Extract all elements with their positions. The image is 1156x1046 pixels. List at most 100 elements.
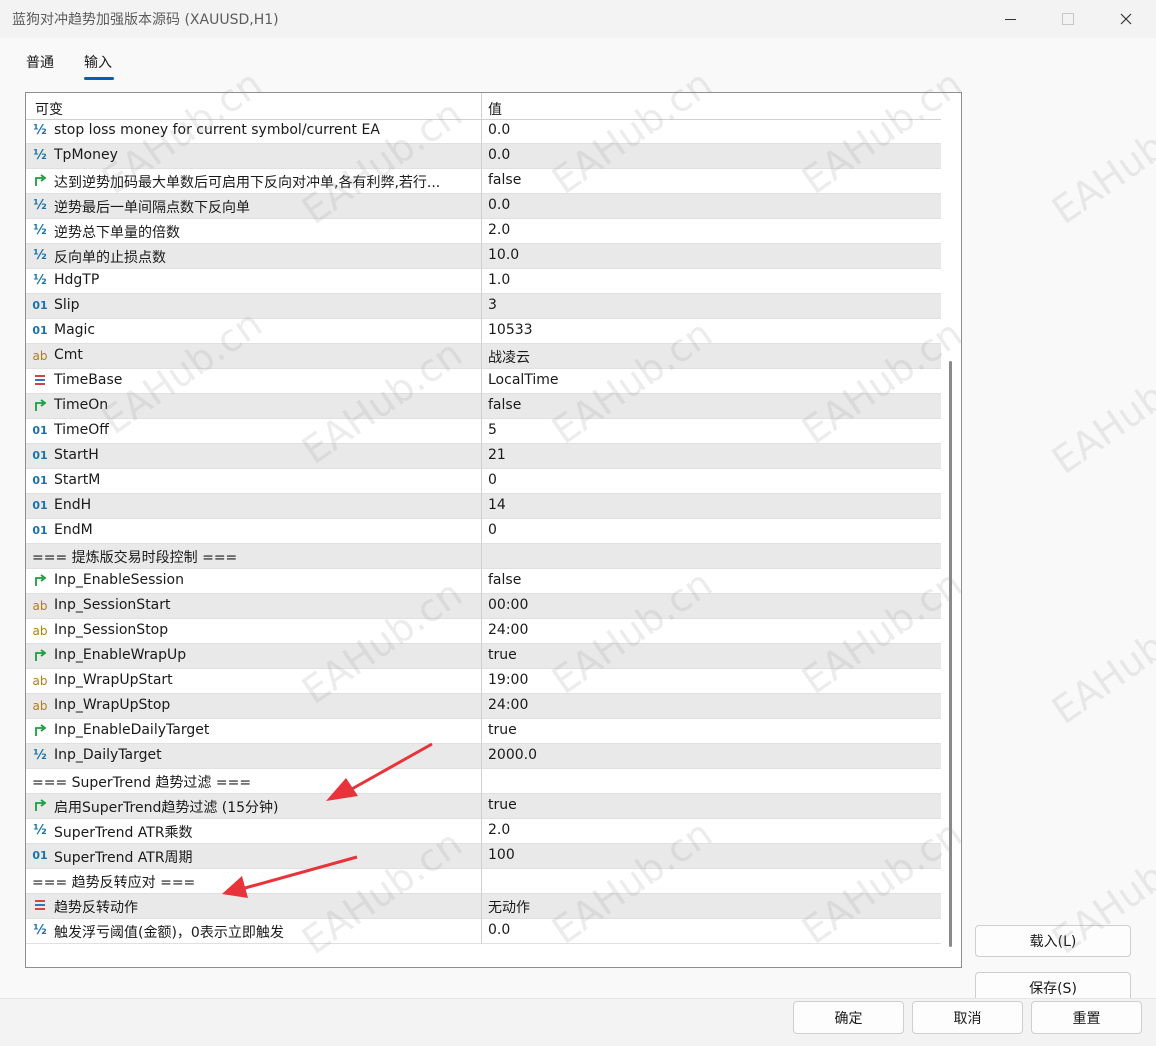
parameter-value[interactable]: 10.0 — [488, 247, 519, 263]
table-row[interactable]: 01 EndM 0 — [26, 519, 941, 544]
cell-separator — [481, 694, 482, 719]
parameter-value[interactable]: 战凌云 — [488, 347, 530, 367]
table-row[interactable]: 01 SuperTrend ATR周期 100 — [26, 844, 941, 869]
parameter-value[interactable]: 2000.0 — [488, 747, 537, 763]
cell-separator — [481, 619, 482, 644]
table-row[interactable]: ½ 触发浮亏阈值(金额)，0表示立即触发 0.0 — [26, 919, 941, 944]
reset-button[interactable]: 重置 — [1031, 1001, 1142, 1034]
parameter-name: Inp_SessionStart — [54, 597, 171, 613]
table-row[interactable]: 01 Magic 10533 — [26, 319, 941, 344]
parameter-value[interactable]: 无动作 — [488, 897, 530, 917]
table-row[interactable]: ab Inp_SessionStop 24:00 — [26, 619, 941, 644]
parameter-name: === 提炼版交易时段控制 === — [32, 550, 238, 566]
parameter-value[interactable]: true — [488, 647, 517, 663]
parameter-value[interactable]: false — [488, 172, 521, 188]
parameter-value[interactable]: 14 — [488, 497, 506, 513]
table-row[interactable]: TimeOn false — [26, 394, 941, 419]
table-row[interactable]: ab Inp_WrapUpStop 24:00 — [26, 694, 941, 719]
boolean-type-icon — [32, 647, 48, 665]
table-row[interactable]: 趋势反转动作 无动作 — [26, 894, 941, 919]
column-header-variable[interactable]: 可变 — [35, 99, 63, 119]
table-row[interactable]: 达到逆势加码最大单数后可启用下反向对冲单,各有利弊,若行... false — [26, 169, 941, 194]
cell-separator — [481, 269, 482, 294]
table-row[interactable]: ½ TpMoney 0.0 — [26, 144, 941, 169]
cell-separator — [481, 894, 482, 919]
cell-separator — [481, 794, 482, 819]
cell-separator — [481, 369, 482, 394]
table-row[interactable]: 01 EndH 14 — [26, 494, 941, 519]
column-separator[interactable] — [481, 93, 482, 119]
string-type-icon: ab — [32, 699, 48, 713]
integer-type-icon: 01 — [32, 424, 48, 437]
parameter-value[interactable]: 0.0 — [488, 922, 510, 938]
close-button[interactable] — [1112, 6, 1140, 32]
ok-button[interactable]: 确定 — [793, 1001, 904, 1034]
tab-inputs[interactable]: 输入 — [84, 52, 112, 72]
cell-separator — [481, 519, 482, 544]
table-row[interactable]: ½ HdgTP 1.0 — [26, 269, 941, 294]
cell-separator — [481, 419, 482, 444]
table-row[interactable]: 01 StartH 21 — [26, 444, 941, 469]
parameter-value[interactable]: 0.0 — [488, 197, 510, 213]
table-row[interactable]: Inp_EnableDailyTarget true — [26, 719, 941, 744]
table-row[interactable]: 01 Slip 3 — [26, 294, 941, 319]
cell-separator — [481, 444, 482, 469]
table-row[interactable]: TimeBase LocalTime — [26, 369, 941, 394]
cell-separator — [481, 569, 482, 594]
parameter-name: Inp_SessionStop — [54, 622, 169, 638]
table-row[interactable]: ab Inp_SessionStart 00:00 — [26, 594, 941, 619]
parameter-value[interactable]: true — [488, 722, 517, 738]
table-row[interactable]: ½ 逆势最后一单间隔点数下反向单 0.0 — [26, 194, 941, 219]
vertical-scrollbar[interactable] — [941, 93, 961, 967]
column-header-value[interactable]: 值 — [488, 99, 502, 119]
parameter-value[interactable]: 24:00 — [488, 697, 528, 713]
table-row[interactable]: ab Inp_WrapUpStart 19:00 — [26, 669, 941, 694]
table-row[interactable]: Inp_EnableSession false — [26, 569, 941, 594]
parameter-value[interactable]: false — [488, 397, 521, 413]
parameter-value[interactable]: 10533 — [488, 322, 533, 338]
table-row[interactable]: ½ 反向单的止损点数 10.0 — [26, 244, 941, 269]
section-row[interactable]: === 趋势反转应对 === — [26, 869, 941, 894]
parameter-value[interactable]: 100 — [488, 847, 515, 863]
section-row[interactable]: === SuperTrend 趋势过滤 === — [26, 769, 941, 794]
parameter-value[interactable]: LocalTime — [488, 372, 559, 388]
double-type-icon: ½ — [33, 223, 47, 238]
table-row[interactable]: 01 TimeOff 5 — [26, 419, 941, 444]
boolean-type-icon — [32, 172, 48, 190]
load-button[interactable]: 载入(L) — [975, 925, 1131, 957]
parameter-value[interactable]: 0.0 — [488, 122, 510, 138]
cancel-button[interactable]: 取消 — [912, 1001, 1023, 1034]
parameter-name: Inp_EnableDailyTarget — [54, 722, 210, 738]
parameter-value[interactable]: 5 — [488, 422, 497, 438]
parameter-value[interactable]: 19:00 — [488, 672, 528, 688]
table-row[interactable]: Inp_EnableWrapUp true — [26, 644, 941, 669]
grid-header: 可变 值 — [26, 93, 941, 120]
table-row[interactable]: ½ SuperTrend ATR乘数 2.0 — [26, 819, 941, 844]
tab-general[interactable]: 普通 — [26, 52, 54, 72]
parameter-value[interactable]: 24:00 — [488, 622, 528, 638]
table-row[interactable]: ½ 逆势总下单量的倍数 2.0 — [26, 219, 941, 244]
parameter-name: TimeBase — [54, 372, 123, 388]
cell-separator — [481, 194, 482, 219]
table-row[interactable]: 01 StartM 0 — [26, 469, 941, 494]
parameter-value[interactable]: true — [488, 797, 517, 813]
section-row[interactable]: === 提炼版交易时段控制 === — [26, 544, 941, 569]
scrollbar-thumb[interactable] — [949, 361, 952, 947]
table-row[interactable]: ½ stop loss money for current symbol/curr… — [26, 119, 941, 144]
parameter-value[interactable]: 0.0 — [488, 147, 510, 163]
parameter-value[interactable]: 2.0 — [488, 222, 510, 238]
table-row[interactable]: 启用SuperTrend趋势过滤 (15分钟) true — [26, 794, 941, 819]
parameter-value[interactable]: 3 — [488, 297, 497, 313]
parameter-name: === 趋势反转应对 === — [32, 875, 196, 891]
parameter-value[interactable]: 2.0 — [488, 822, 510, 838]
parameter-value[interactable]: false — [488, 572, 521, 588]
minimize-button[interactable] — [996, 6, 1024, 32]
parameter-value[interactable]: 00:00 — [488, 597, 528, 613]
table-row[interactable]: ab Cmt 战凌云 — [26, 344, 941, 369]
parameter-value[interactable]: 1.0 — [488, 272, 510, 288]
table-row[interactable]: ½ Inp_DailyTarget 2000.0 — [26, 744, 941, 769]
parameter-value[interactable]: 0 — [488, 472, 497, 488]
parameter-value[interactable]: 0 — [488, 522, 497, 538]
parameter-name: EndH — [54, 497, 92, 513]
parameter-value[interactable]: 21 — [488, 447, 506, 463]
